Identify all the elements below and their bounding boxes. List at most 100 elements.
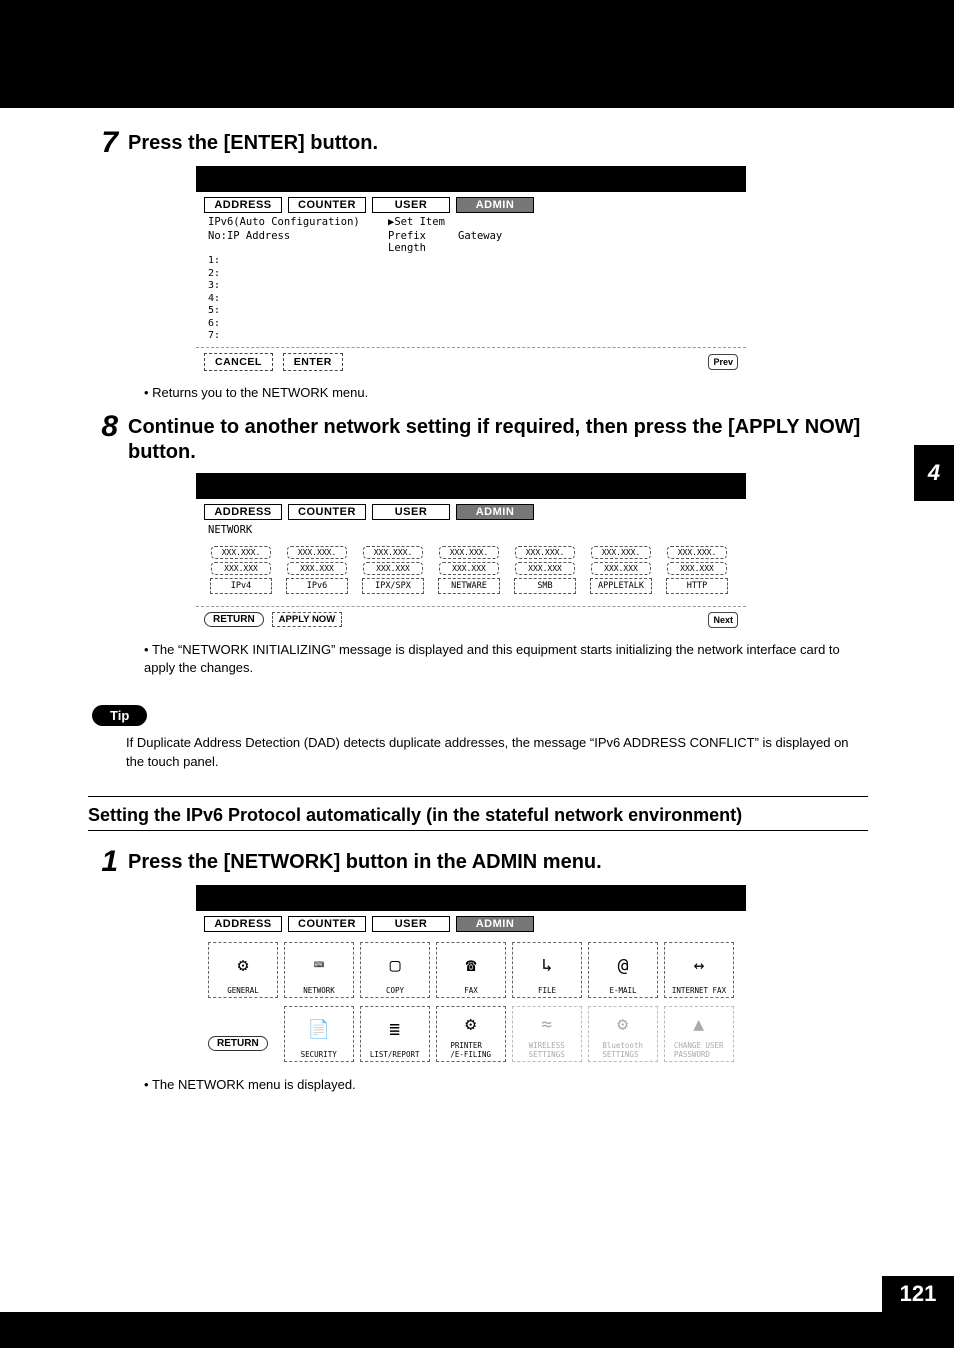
pill-top: XXX.XXX. [591, 546, 651, 559]
internetfax-icon: ↔ [694, 945, 705, 986]
admin-label: LIST/REPORT [370, 1050, 420, 1059]
net-button-appletalk[interactable]: XXX.XXX. XXX.XXX APPLETALK [590, 546, 652, 594]
page-number: 121 [882, 1276, 954, 1312]
admin-label: Bluetooth SETTINGS [602, 1041, 643, 1059]
admin-label: GENERAL [227, 986, 259, 995]
screenshot-admin-menu: ADDRESS COUNTER USER ADMIN ⚙ GENERAL ⌨ N… [196, 885, 746, 1068]
ip-row: 3: [208, 280, 746, 293]
col-ipaddress: No:IP Address [208, 230, 388, 254]
net-label: IPX/SPX [362, 578, 424, 594]
pill-bot: XXX.XXX [363, 562, 423, 575]
step-number: 1 [88, 847, 118, 877]
step7-note: Returns you to the NETWORK menu. [144, 384, 868, 402]
screen-heading: IPv6(Auto Configuration) [208, 216, 388, 228]
tab-counter[interactable]: COUNTER [288, 916, 366, 932]
net-button-smb[interactable]: XXX.XXX. XXX.XXX SMB [514, 546, 576, 594]
pill-bot: XXX.XXX [667, 562, 727, 575]
screenshot-network-menu: ADDRESS COUNTER USER ADMIN NETWORK XXX.X… [196, 473, 746, 633]
pill-bot: XXX.XXX [515, 562, 575, 575]
tab-address[interactable]: ADDRESS [204, 504, 282, 520]
main-content: 7 Press the [ENTER] button. ADDRESS COUN… [88, 128, 868, 1104]
top-black-band [0, 0, 954, 108]
wireless-icon: ≈ [541, 1009, 552, 1041]
section-title: Setting the IPv6 Protocol automatically … [88, 803, 868, 830]
step-number: 7 [88, 128, 118, 158]
ip-row: 4: [208, 293, 746, 306]
pill-bot: XXX.XXX [211, 562, 271, 575]
ip-row: 7: [208, 330, 746, 343]
net-label: APPLETALK [590, 578, 652, 594]
net-button-ipxspx[interactable]: XXX.XXX. XXX.XXX IPX/SPX [362, 546, 424, 594]
copy-icon: ▢ [390, 945, 401, 986]
net-button-ipv6[interactable]: XXX.XXX. XXX.XXX IPv6 [286, 546, 348, 594]
next-button[interactable]: Next [708, 612, 738, 628]
col-gateway: Gateway [458, 230, 528, 254]
pill-top: XXX.XXX. [515, 546, 575, 559]
net-button-http[interactable]: XXX.XXX. XXX.XXX HTTP [666, 546, 728, 594]
section-rule-bottom [88, 830, 868, 831]
list-report-icon: ≣ [389, 1009, 400, 1050]
net-button-ipv4[interactable]: XXX.XXX. XXX.XXX IPv4 [210, 546, 272, 594]
footer-black-bar [0, 1312, 954, 1348]
tab-address[interactable]: ADDRESS [204, 197, 282, 213]
tab-user[interactable]: USER [372, 504, 450, 520]
step8-note: The “NETWORK INITIALIZING” message is di… [144, 641, 868, 677]
tab-user[interactable]: USER [372, 916, 450, 932]
set-item-label: ▶Set Item [388, 216, 488, 228]
tab-user[interactable]: USER [372, 197, 450, 213]
pill-bot: XXX.XXX [287, 562, 347, 575]
ip-row: 6: [208, 318, 746, 331]
admin-label: FAX [464, 986, 478, 995]
admin-button-email[interactable]: @ E-MAIL [588, 942, 658, 998]
net-button-netware[interactable]: XXX.XXX. XXX.XXX NETWARE [438, 546, 500, 594]
tab-admin[interactable]: ADMIN [456, 504, 534, 520]
network-icon: ⌨ [314, 945, 325, 986]
admin-button-printer-efiling[interactable]: ⚙ PRINTER /E-FILING [436, 1006, 506, 1062]
bluetooth-icon: ⚙ [617, 1009, 628, 1041]
net-label: NETWARE [438, 578, 500, 594]
pill-top: XXX.XXX. [363, 546, 423, 559]
file-icon: ↳ [542, 945, 553, 986]
admin-button-internetfax[interactable]: ↔ INTERNET FAX [664, 942, 734, 998]
tab-admin[interactable]: ADMIN [456, 916, 534, 932]
admin-label: WIRELESS SETTINGS [529, 1041, 565, 1059]
admin-button-wireless: ≈ WIRELESS SETTINGS [512, 1006, 582, 1062]
admin-button-file[interactable]: ↳ FILE [512, 942, 582, 998]
ip-row: 5: [208, 305, 746, 318]
tip-badge: Tip [92, 705, 147, 726]
admin-label: INTERNET FAX [672, 986, 726, 995]
admin-button-general[interactable]: ⚙ GENERAL [208, 942, 278, 998]
email-icon: @ [618, 945, 629, 986]
admin-label: PRINTER /E-FILING [450, 1041, 491, 1059]
screenshot-ipv6-set-item: ADDRESS COUNTER USER ADMIN IPv6(Auto Con… [196, 166, 746, 376]
tip-text: If Duplicate Address Detection (DAD) det… [126, 734, 868, 772]
net-label: SMB [514, 578, 576, 594]
enter-button[interactable]: ENTER [283, 353, 343, 371]
admin-button-listreport[interactable]: ≣ LIST/REPORT [360, 1006, 430, 1062]
pill-top: XXX.XXX. [287, 546, 347, 559]
apply-now-button[interactable]: APPLY NOW [272, 612, 343, 627]
step-title: Press the [NETWORK] button in the ADMIN … [128, 847, 602, 875]
admin-button-network[interactable]: ⌨ NETWORK [284, 942, 354, 998]
pill-top: XXX.XXX. [667, 546, 727, 559]
admin-button-fax[interactable]: ☎ FAX [436, 942, 506, 998]
tab-counter[interactable]: COUNTER [288, 504, 366, 520]
tab-counter[interactable]: COUNTER [288, 197, 366, 213]
step-8: 8 Continue to another network setting if… [88, 412, 868, 677]
cancel-button[interactable]: CANCEL [204, 353, 273, 371]
tab-admin[interactable]: ADMIN [456, 197, 534, 213]
admin-label: NETWORK [303, 986, 335, 995]
return-button[interactable]: RETURN [208, 1036, 268, 1051]
password-icon: ▲ [693, 1009, 704, 1041]
general-icon: ⚙ [238, 945, 249, 986]
prev-button[interactable]: Prev [708, 354, 738, 370]
admin-button-security[interactable]: 📄 SECURITY [284, 1006, 354, 1062]
pill-bot: XXX.XXX [591, 562, 651, 575]
tab-address[interactable]: ADDRESS [204, 916, 282, 932]
return-button[interactable]: RETURN [204, 612, 264, 627]
pill-bot: XXX.XXX [439, 562, 499, 575]
step-1: 1 Press the [NETWORK] button in the ADMI… [88, 847, 868, 1094]
step-title: Continue to another network setting if r… [128, 412, 868, 465]
admin-button-copy[interactable]: ▢ COPY [360, 942, 430, 998]
pill-top: XXX.XXX. [439, 546, 499, 559]
